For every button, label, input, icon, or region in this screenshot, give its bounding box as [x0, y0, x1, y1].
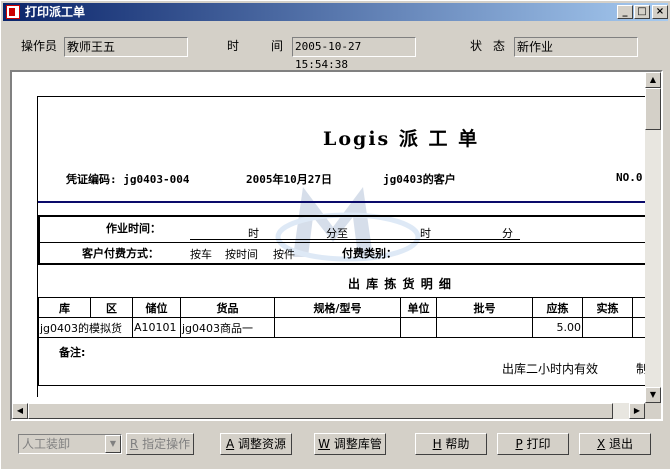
- adjust-resource-hotkey: A: [225, 437, 235, 451]
- cell-goods: jg0403商品一: [180, 317, 275, 338]
- adjust-resource-label: 调整资源: [238, 437, 287, 451]
- validity-note: 出库二小时内有效: [502, 362, 599, 376]
- adjust-stock-label: 调整库管: [333, 437, 382, 451]
- cell-spec: [274, 317, 401, 338]
- cell-picked: [582, 317, 633, 338]
- vertical-scroll-thumb[interactable]: [645, 88, 661, 130]
- time-field[interactable]: 2005-10-27 15:54:38: [292, 37, 416, 71]
- maximize-button[interactable]: □: [634, 5, 650, 19]
- document-date: 2005年10月27日: [246, 173, 332, 186]
- scroll-corner: [645, 403, 661, 419]
- status-label-2: 态: [493, 39, 506, 53]
- help-hotkey: H: [432, 437, 442, 451]
- table-header-row: 库 区 储位 货品 规格/型号 单位 批号 应拣 实拣: [38, 297, 649, 318]
- status-field[interactable]: 新作业: [514, 37, 638, 57]
- adjust-stock-button[interactable]: W 调整库管: [314, 433, 386, 455]
- assign-operation-button[interactable]: R 指定操作: [126, 433, 194, 455]
- pay-option-vehicle: 按车: [190, 248, 212, 261]
- col-header-goods: 货品: [180, 297, 275, 318]
- adjust-stock-hotkey: W: [318, 437, 331, 451]
- close-button[interactable]: ×: [652, 5, 668, 19]
- horizontal-scroll-thumb[interactable]: [28, 403, 613, 419]
- document-number: NO.0: [616, 171, 643, 184]
- help-button[interactable]: H 帮助: [415, 433, 487, 455]
- minimize-button[interactable]: _: [617, 5, 633, 19]
- cell-to-pick: 5.00: [532, 317, 583, 338]
- scroll-right-icon[interactable]: ▶: [629, 403, 645, 419]
- help-label: 帮助: [445, 437, 470, 451]
- scroll-down-icon[interactable]: ▼: [645, 387, 661, 403]
- loading-mode-select[interactable]: 人工装卸 ▼: [18, 434, 122, 454]
- exit-hotkey: X: [596, 437, 606, 451]
- col-header-zone: 区: [90, 297, 133, 318]
- header-divider: [38, 201, 658, 203]
- cell-location: A10101: [132, 317, 181, 338]
- scroll-up-icon[interactable]: ▲: [645, 72, 661, 88]
- cell-batch: [436, 317, 533, 338]
- assign-label: 指定操作: [142, 437, 191, 451]
- col-header-batch: 批号: [436, 297, 533, 318]
- status-label-1: 状: [470, 39, 483, 53]
- col-header-location: 储位: [132, 297, 181, 318]
- app-icon: [6, 5, 20, 19]
- vertical-scrollbar[interactable]: ▲ ▼: [645, 72, 661, 403]
- window-title: 打印派工单: [25, 5, 86, 19]
- exit-button[interactable]: X 退出: [579, 433, 651, 455]
- dispatch-sheet: Logis 派 工 单 凭证编码: jg0403-004 2005年10月27日…: [37, 96, 658, 397]
- print-preview-area[interactable]: Logis 派 工 单 凭证编码: jg0403-004 2005年10月27日…: [10, 70, 663, 421]
- customer-name: jg0403的客户: [383, 173, 456, 186]
- col-header-spec: 规格/型号: [274, 297, 401, 318]
- col-header-to-pick: 应拣: [532, 297, 583, 318]
- col-header-unit: 单位: [400, 297, 437, 318]
- work-time-underline: [190, 239, 520, 240]
- remark-label: 备注:: [59, 346, 86, 359]
- document-title: Logis 派 工 单: [323, 128, 480, 150]
- table-row: jg0403的模拟货 A10101 jg0403商品一 5.00: [38, 317, 649, 338]
- exit-label: 退出: [609, 437, 634, 451]
- print-dispatch-window: 打印派工单 _ □ × 操作员 教师王五 时 间 2005-10-27 15:5…: [0, 0, 671, 470]
- print-label: 打印: [526, 437, 551, 451]
- title-bar: 打印派工单 _ □ ×: [3, 3, 668, 21]
- loading-mode-value: 人工装卸: [22, 437, 71, 451]
- horizontal-scrollbar[interactable]: ◀ ▶: [12, 403, 645, 419]
- operator-label: 操作员: [21, 39, 58, 53]
- pay-option-piece: 按件: [273, 248, 295, 261]
- fee-type-label: 付费类别：: [342, 247, 397, 260]
- chevron-down-icon[interactable]: ▼: [105, 435, 121, 453]
- work-info-box: 作业时间： 时 分至 时 分 客户付费方式： 按车 按时间 按件 付费类别：: [38, 215, 658, 265]
- pay-option-time: 按时间: [225, 248, 258, 261]
- col-header-warehouse: 库: [38, 297, 91, 318]
- cell-unit: [400, 317, 437, 338]
- col-header-picked: 实拣: [582, 297, 633, 318]
- remark-box: 备注: 出库二小时内有效 制: [38, 338, 658, 386]
- pay-method-label: 客户付费方式：: [82, 247, 159, 260]
- assign-hotkey: R: [129, 437, 139, 451]
- work-info-divider: [40, 242, 656, 243]
- voucher-code: 凭证编码: jg0403-004: [66, 173, 190, 186]
- picking-detail-table: 库 区 储位 货品 规格/型号 单位 批号 应拣 实拣 jg0403的模拟货 A…: [38, 297, 649, 338]
- detail-title: 出 库 拣 货 明 细: [348, 277, 452, 291]
- adjust-resource-button[interactable]: A 调整资源: [220, 433, 292, 455]
- print-button[interactable]: P 打印: [497, 433, 569, 455]
- operator-field[interactable]: 教师王五: [64, 37, 188, 57]
- time-label-2: 间: [271, 39, 284, 53]
- work-time-label: 作业时间：: [106, 222, 161, 235]
- cell-warehouse-zone: jg0403的模拟货: [38, 317, 133, 338]
- scroll-left-icon[interactable]: ◀: [12, 403, 28, 419]
- print-hotkey: P: [515, 437, 523, 451]
- time-label-1: 时: [227, 39, 240, 53]
